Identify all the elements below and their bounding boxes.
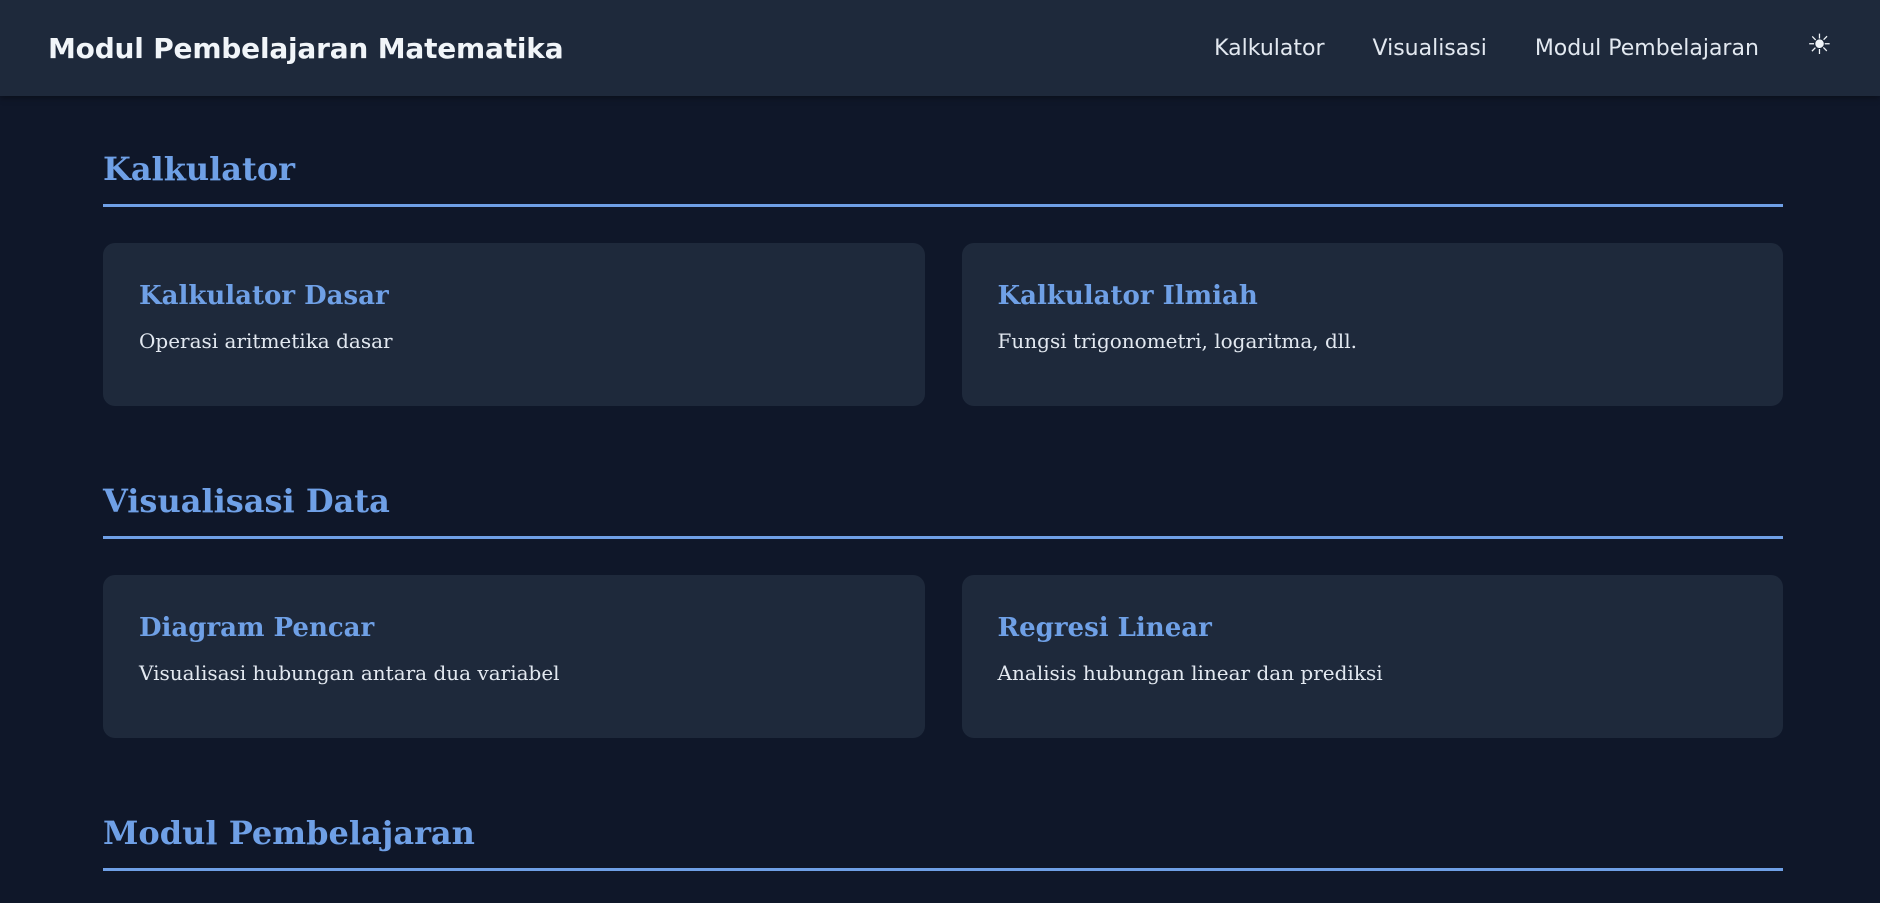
card-description: Analisis hubungan linear dan prediksi bbox=[997, 661, 1383, 685]
section-modul-pembelajaran: Modul Pembelajaran bbox=[103, 814, 1783, 871]
card-description: Fungsi trigonometri, logaritma, dll. bbox=[997, 329, 1357, 353]
section-visualisasi-data: Visualisasi Data Diagram Pencar Visualis… bbox=[103, 482, 1783, 738]
nav-link-modul-pembelajaran[interactable]: Modul Pembelajaran bbox=[1535, 36, 1759, 61]
card-description: Operasi aritmetika dasar bbox=[139, 329, 393, 353]
card-title: Kalkulator Dasar bbox=[139, 281, 389, 311]
nav-link-visualisasi[interactable]: Visualisasi bbox=[1373, 36, 1487, 61]
section-title: Kalkulator bbox=[103, 150, 1783, 207]
card-description: Visualisasi hubungan antara dua variabel bbox=[139, 661, 560, 685]
main-content: Kalkulator Kalkulator Dasar Operasi arit… bbox=[103, 96, 1783, 871]
card-kalkulator-dasar[interactable]: Kalkulator Dasar Operasi aritmetika dasa… bbox=[103, 243, 925, 406]
section-title: Modul Pembelajaran bbox=[103, 814, 1783, 871]
card-regresi-linear[interactable]: Regresi Linear Analisis hubungan linear … bbox=[961, 575, 1783, 738]
app-title[interactable]: Modul Pembelajaran Matematika bbox=[48, 32, 564, 65]
card-grid: Diagram Pencar Visualisasi hubungan anta… bbox=[103, 575, 1783, 738]
nav-link-kalkulator[interactable]: Kalkulator bbox=[1214, 36, 1324, 61]
section-kalkulator: Kalkulator Kalkulator Dasar Operasi arit… bbox=[103, 150, 1783, 406]
card-title: Regresi Linear bbox=[997, 613, 1212, 643]
card-kalkulator-ilmiah[interactable]: Kalkulator Ilmiah Fungsi trigonometri, l… bbox=[961, 243, 1783, 406]
card-grid: Kalkulator Dasar Operasi aritmetika dasa… bbox=[103, 243, 1783, 406]
nav-links: Kalkulator Visualisasi Modul Pembelajara… bbox=[1214, 31, 1832, 61]
section-title: Visualisasi Data bbox=[103, 482, 1783, 539]
theme-toggle-sun-icon[interactable]: ☀ bbox=[1807, 31, 1832, 59]
top-navbar: Modul Pembelajaran Matematika Kalkulator… bbox=[0, 0, 1880, 96]
card-title: Kalkulator Ilmiah bbox=[997, 281, 1258, 311]
card-title: Diagram Pencar bbox=[139, 613, 375, 643]
card-diagram-pencar[interactable]: Diagram Pencar Visualisasi hubungan anta… bbox=[103, 575, 925, 738]
